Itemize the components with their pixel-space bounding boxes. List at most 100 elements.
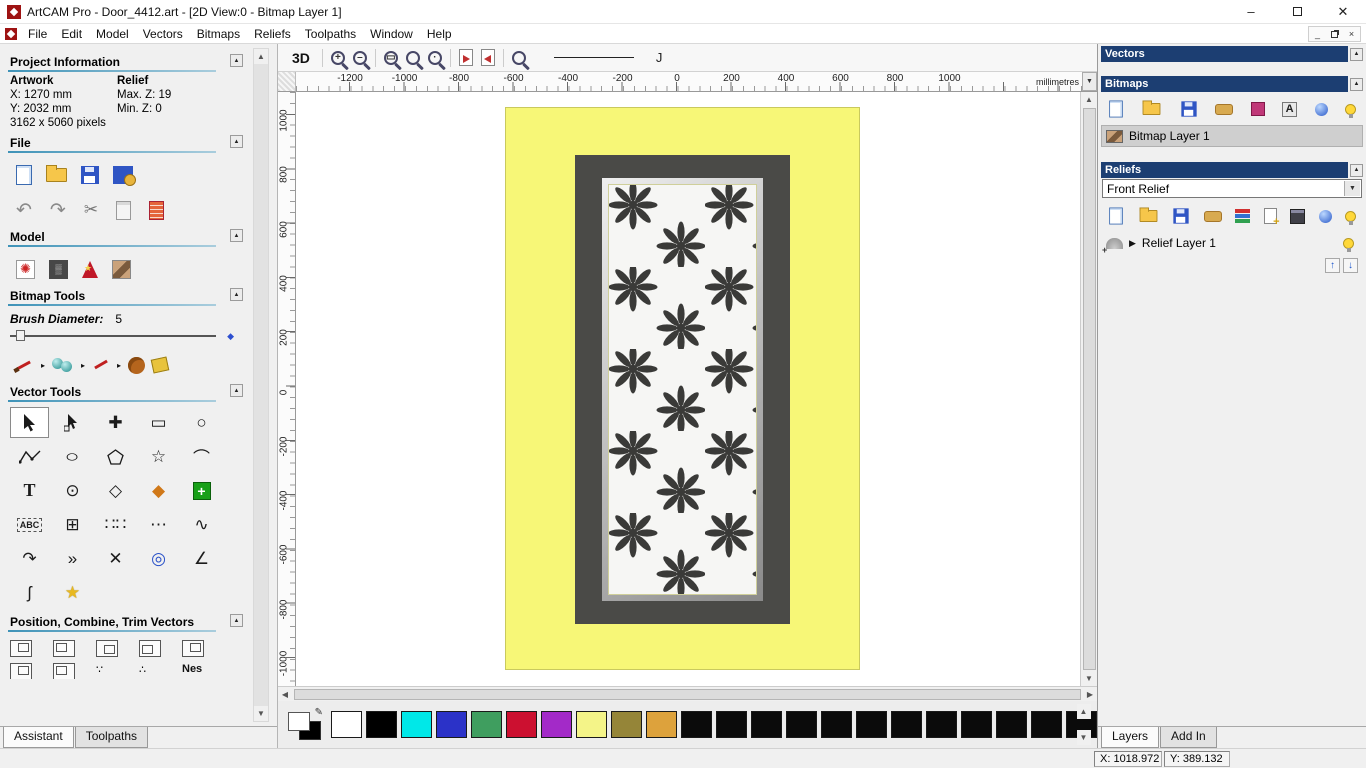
new-bitmap-layer-icon[interactable] bbox=[1109, 101, 1123, 118]
open-relief-layer-icon[interactable] bbox=[1139, 210, 1157, 222]
menu-edit[interactable]: Edit bbox=[54, 25, 89, 43]
layer-colour-icon[interactable] bbox=[1315, 103, 1328, 116]
palette-swatch-19[interactable] bbox=[996, 711, 1027, 738]
paint-brush-icon[interactable] bbox=[14, 357, 34, 373]
snapshot-back-icon[interactable] bbox=[481, 49, 495, 66]
vectors-header[interactable]: Vectors bbox=[1101, 46, 1348, 62]
palette-swatch-8[interactable] bbox=[611, 711, 642, 738]
view-3d-button[interactable]: 3D bbox=[288, 49, 314, 67]
align-bottom-icon[interactable] bbox=[139, 640, 161, 657]
text-tool-icon[interactable]: T bbox=[10, 475, 49, 506]
menu-toolpaths[interactable]: Toolpaths bbox=[298, 25, 363, 43]
primary-secondary-color-well[interactable]: ✎ bbox=[288, 709, 323, 740]
align-sides-icon[interactable] bbox=[182, 640, 204, 657]
mdi-minimize-button[interactable]: _ bbox=[1309, 27, 1326, 41]
collapse-arrow-icon[interactable]: ▲ bbox=[230, 135, 243, 148]
load-image-icon[interactable] bbox=[112, 260, 131, 279]
palette-swatch-5[interactable] bbox=[506, 711, 537, 738]
menu-window[interactable]: Window bbox=[363, 25, 420, 43]
preview-relief-icon[interactable]: ▒ bbox=[49, 260, 68, 279]
snapshot-forward-icon[interactable] bbox=[459, 49, 473, 66]
greyscale-from-model-icon[interactable]: ✺ bbox=[16, 260, 35, 279]
combine-subtract-icon[interactable] bbox=[53, 663, 75, 679]
vector-wizard-tool-icon[interactable]: ★ bbox=[53, 577, 92, 608]
palette-swatch-18[interactable] bbox=[961, 711, 992, 738]
trim-tool-icon[interactable]: ✕ bbox=[96, 543, 135, 574]
scrollbar-thumb[interactable] bbox=[1083, 108, 1096, 670]
undo-icon[interactable]: ↶ bbox=[16, 201, 32, 220]
palette-swatch-11[interactable] bbox=[716, 711, 747, 738]
stroke-style-preview[interactable]: J bbox=[656, 50, 663, 65]
relief-visibility-bulb-icon[interactable] bbox=[1345, 211, 1356, 222]
paste-icon[interactable] bbox=[116, 201, 131, 220]
close-button[interactable]: ✕ bbox=[1320, 0, 1366, 23]
scroll-up-icon[interactable]: ▲ bbox=[1077, 704, 1091, 719]
envelope-tool-icon[interactable]: ⊙ bbox=[53, 475, 92, 506]
open-model-icon[interactable] bbox=[46, 168, 67, 182]
palette-swatch-9[interactable] bbox=[646, 711, 677, 738]
paint-layer-icon[interactable] bbox=[1251, 102, 1265, 116]
paint-selective-icon[interactable] bbox=[52, 357, 74, 373]
palette-swatch-2[interactable] bbox=[401, 711, 432, 738]
section-header-model[interactable]: Model ▲ bbox=[8, 228, 247, 247]
section-header-vector-tools[interactable]: Vector Tools ▲ bbox=[8, 383, 247, 402]
flood-fill-icon[interactable] bbox=[151, 356, 170, 373]
polygon-tool-icon[interactable] bbox=[96, 441, 135, 472]
align-top-icon[interactable] bbox=[96, 640, 118, 657]
rectangle-tool-icon[interactable]: ▭ bbox=[139, 407, 178, 438]
select-tool-icon[interactable] bbox=[10, 407, 49, 438]
palette-swatch-13[interactable] bbox=[786, 711, 817, 738]
node-editing-tool-icon[interactable] bbox=[53, 407, 92, 438]
new-relief-layer-icon[interactable] bbox=[1109, 208, 1123, 225]
move-layer-down-button[interactable]: ↓ bbox=[1343, 258, 1358, 273]
section-header-position-combine-trim[interactable]: Position, Combine, Trim Vectors ▲ bbox=[8, 613, 247, 632]
redo-icon[interactable]: ↷ bbox=[50, 201, 66, 220]
palette-swatch-4[interactable] bbox=[471, 711, 502, 738]
combine-weld-icon[interactable] bbox=[10, 663, 32, 679]
scrollbar-thumb[interactable] bbox=[294, 689, 1081, 700]
freehand-curve-tool-icon[interactable]: ∿ bbox=[182, 509, 221, 540]
fillet-tool-icon[interactable]: ◆ bbox=[139, 475, 178, 506]
relief-stack-icon[interactable] bbox=[1235, 209, 1250, 224]
collapse-arrow-icon[interactable]: ▲ bbox=[230, 288, 243, 301]
scroll-down-icon[interactable]: ▼ bbox=[254, 706, 268, 721]
scroll-up-icon[interactable]: ▲ bbox=[1082, 92, 1096, 107]
calculate-relief-icon[interactable] bbox=[1290, 209, 1305, 224]
open-bitmap-layer-icon[interactable] bbox=[1143, 103, 1161, 115]
menu-help[interactable]: Help bbox=[420, 25, 459, 43]
zoom-objects-icon[interactable]: · bbox=[428, 51, 442, 65]
tab-assistant[interactable]: Assistant bbox=[3, 727, 74, 748]
save-bitmap-layer-icon[interactable] bbox=[1181, 101, 1196, 116]
measure-tool-icon[interactable]: ⋯ bbox=[139, 509, 178, 540]
nesting-label[interactable]: Nes bbox=[182, 663, 225, 679]
collapse-arrow-icon[interactable]: ▲ bbox=[230, 384, 243, 397]
arc-edit-tool-icon[interactable]: ↷ bbox=[10, 543, 49, 574]
flyout-arrow-icon[interactable]: ▸ bbox=[117, 361, 121, 370]
text-block-tool-icon[interactable]: ABC bbox=[10, 509, 49, 540]
nesting-tool-icon[interactable]: ∷∷ bbox=[96, 509, 135, 540]
chevron-down-icon[interactable]: ▼ bbox=[1344, 181, 1360, 196]
join-vectors-tool-icon[interactable]: » bbox=[53, 543, 92, 574]
minimize-button[interactable]: – bbox=[1228, 0, 1274, 23]
menu-bitmaps[interactable]: Bitmaps bbox=[190, 25, 247, 43]
collapse-arrow-icon[interactable]: ▲ bbox=[230, 614, 243, 627]
spacing-dots-icon[interactable]: ∵ bbox=[96, 663, 139, 679]
section-header-file[interactable]: File ▲ bbox=[8, 134, 247, 153]
collapse-arrow-icon[interactable]: ▲ bbox=[1350, 78, 1363, 91]
section-profile-tool-icon[interactable]: ʃ bbox=[10, 577, 49, 608]
brush-diameter-slider[interactable]: ◆ bbox=[10, 328, 234, 342]
add-relief-sheet-icon[interactable] bbox=[1264, 208, 1277, 224]
spline-tool-icon[interactable]: ◎ bbox=[139, 543, 178, 574]
draw-icon[interactable] bbox=[92, 357, 110, 373]
rename-layer-icon[interactable]: A bbox=[1282, 102, 1297, 117]
zoom-fit-icon[interactable] bbox=[406, 51, 420, 65]
relief-layer-bulb-icon[interactable] bbox=[1343, 238, 1354, 249]
save-model-icon[interactable] bbox=[81, 166, 99, 184]
angle-tool-icon[interactable]: ∠ bbox=[182, 543, 221, 574]
collapse-arrow-icon[interactable]: ▲ bbox=[1350, 48, 1363, 61]
menu-vectors[interactable]: Vectors bbox=[136, 25, 190, 43]
menu-file[interactable]: File bbox=[21, 25, 54, 43]
zoom-in-icon[interactable]: + bbox=[331, 51, 345, 65]
section-header-bitmap-tools[interactable]: Bitmap Tools ▲ bbox=[8, 287, 247, 306]
scroll-up-icon[interactable]: ▲ bbox=[254, 49, 268, 64]
